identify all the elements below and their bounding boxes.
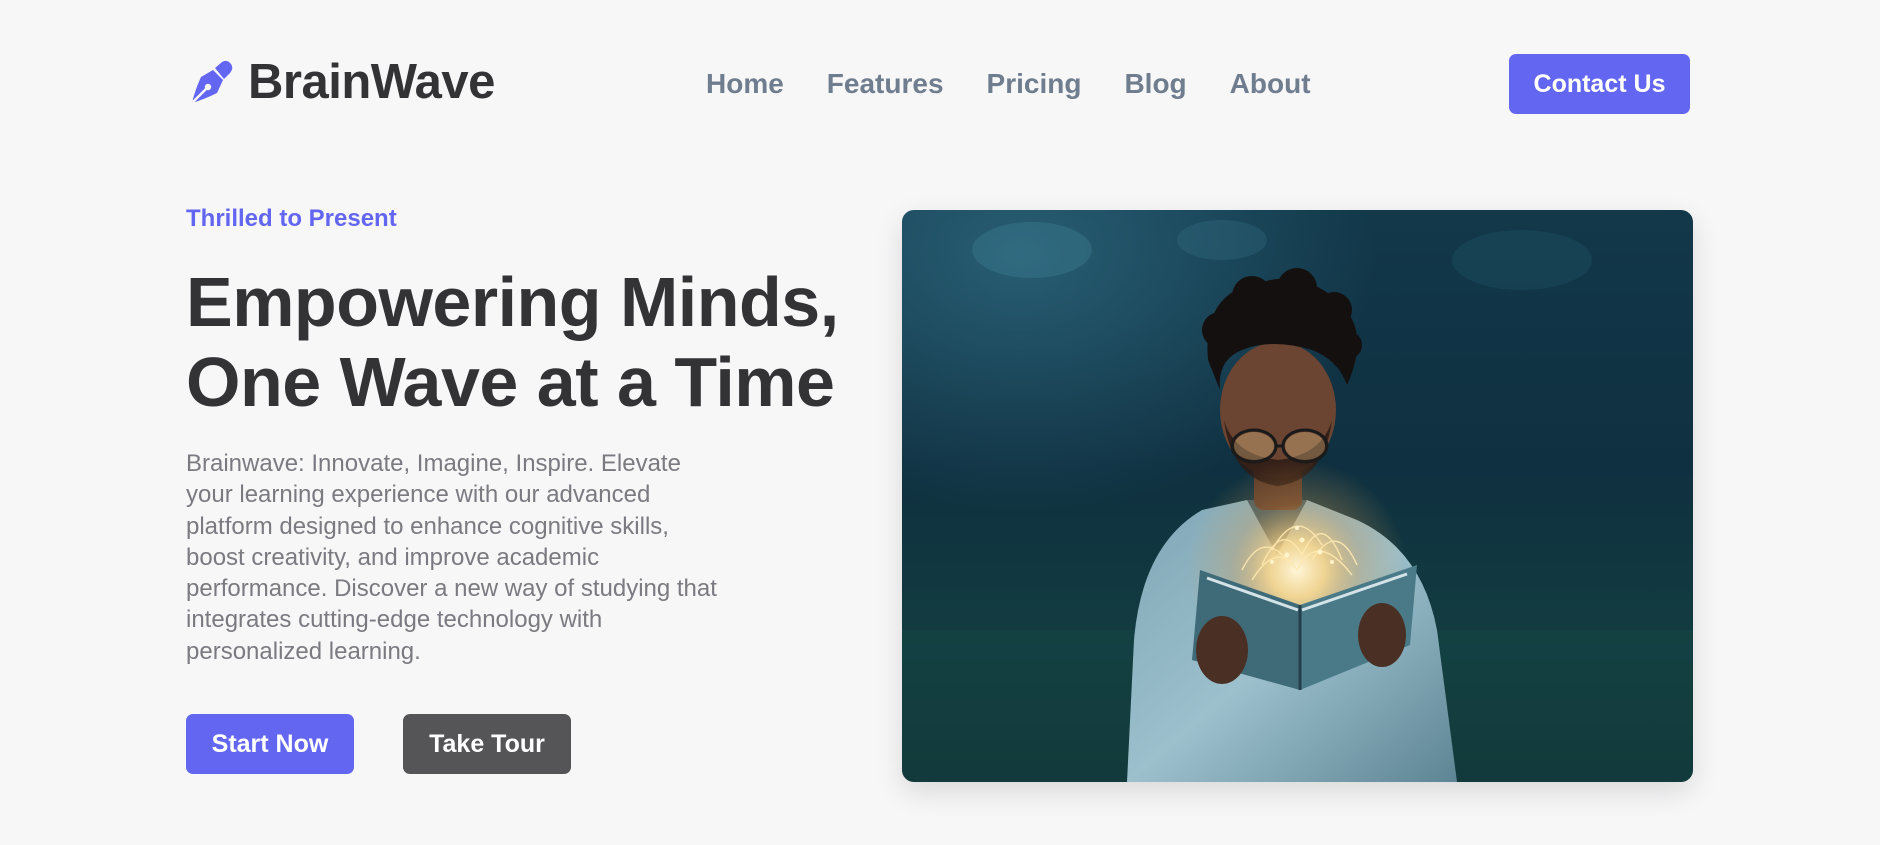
main-nav: Home Features Pricing Blog About [706, 67, 1354, 101]
nav-blog-link[interactable]: Blog [1124, 67, 1186, 101]
nav-features-link[interactable]: Features [827, 67, 944, 101]
hero-image [902, 210, 1693, 782]
nav-pricing-link[interactable]: Pricing [987, 67, 1082, 101]
brand-name: BrainWave [248, 55, 495, 109]
contact-us-button[interactable]: Contact Us [1509, 54, 1690, 114]
hero-title-line-1: Empowering Minds, [186, 263, 839, 341]
hero-description: Brainwave: Innovate, Imagine, Inspire. E… [186, 450, 717, 665]
start-now-button[interactable]: Start Now [186, 714, 354, 774]
hero-eyebrow: Thrilled to Present [186, 205, 397, 232]
nav-about-link[interactable]: About [1230, 67, 1311, 101]
landing-page: BrainWave Home Features Pricing Blog Abo… [0, 0, 1880, 845]
hero-title: Empowering Minds, One Wave at a Time [186, 262, 886, 422]
hero-title-line-2: One Wave at a Time [186, 343, 835, 421]
site-header: BrainWave Home Features Pricing Blog Abo… [186, 52, 1690, 116]
person-reading-glowing-book-illustration [902, 210, 1693, 782]
fountain-pen-nib-icon [191, 60, 233, 103]
take-tour-button[interactable]: Take Tour [403, 714, 571, 774]
brand-logo[interactable]: BrainWave [186, 58, 495, 107]
nav-home-link[interactable]: Home [706, 67, 784, 101]
